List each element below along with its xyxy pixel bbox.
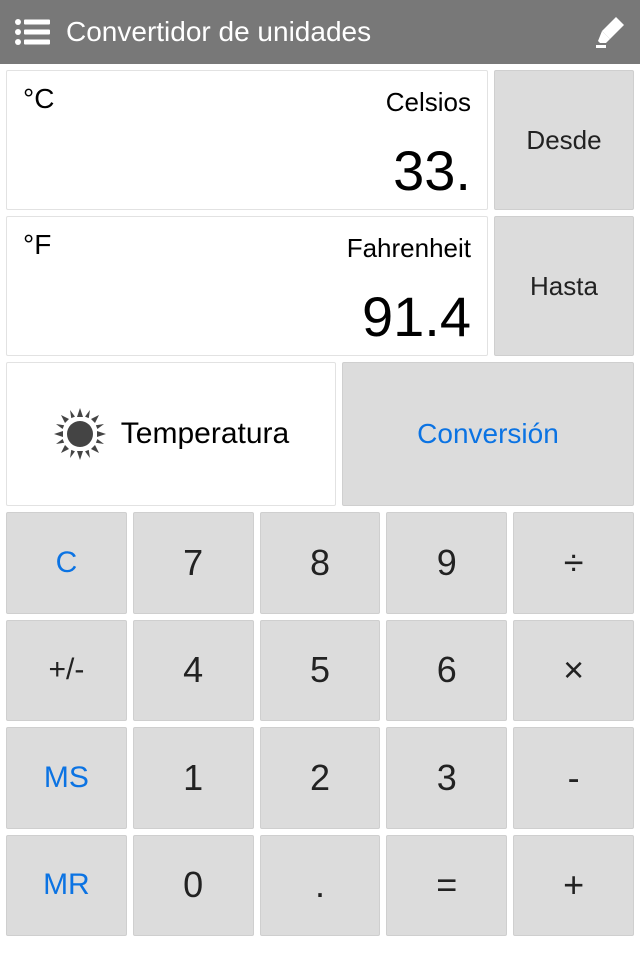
header-title: Convertidor de unidades xyxy=(66,16,596,48)
from-row: °C Celsios 33. Desde xyxy=(6,70,634,210)
from-value: 33. xyxy=(23,143,471,199)
key-0[interactable]: 0 xyxy=(133,835,254,937)
key-1[interactable]: 1 xyxy=(133,727,254,829)
sun-icon xyxy=(53,407,107,461)
conversion-panels: °C Celsios 33. Desde °F Fahrenheit 91.4 … xyxy=(0,64,640,362)
key-decimal[interactable]: . xyxy=(260,835,381,937)
key-clear[interactable]: C xyxy=(6,512,127,614)
key-9[interactable]: 9 xyxy=(386,512,507,614)
key-multiply[interactable]: × xyxy=(513,620,634,722)
from-unit-symbol: °C xyxy=(23,83,54,115)
menu-icon[interactable] xyxy=(14,18,50,46)
key-5[interactable]: 5 xyxy=(260,620,381,722)
key-4[interactable]: 4 xyxy=(133,620,254,722)
category-row: Temperatura Conversión xyxy=(0,362,640,512)
key-add[interactable]: + xyxy=(513,835,634,937)
from-card[interactable]: °C Celsios 33. xyxy=(6,70,488,210)
key-memory-recall[interactable]: MR xyxy=(6,835,127,937)
key-3[interactable]: 3 xyxy=(386,727,507,829)
key-subtract[interactable]: - xyxy=(513,727,634,829)
to-unit-name: Fahrenheit xyxy=(347,233,471,264)
highlighter-icon[interactable] xyxy=(596,15,626,49)
key-2[interactable]: 2 xyxy=(260,727,381,829)
to-value: 91.4 xyxy=(23,289,471,345)
key-negate[interactable]: +/- xyxy=(6,620,127,722)
to-row: °F Fahrenheit 91.4 Hasta xyxy=(6,216,634,356)
category-label: Temperatura xyxy=(121,417,289,451)
key-divide[interactable]: ÷ xyxy=(513,512,634,614)
category-card[interactable]: Temperatura xyxy=(6,362,336,506)
key-equals[interactable]: = xyxy=(386,835,507,937)
from-unit-name: Celsios xyxy=(386,87,471,118)
to-card[interactable]: °F Fahrenheit 91.4 xyxy=(6,216,488,356)
key-memory-store[interactable]: MS xyxy=(6,727,127,829)
key-6[interactable]: 6 xyxy=(386,620,507,722)
key-8[interactable]: 8 xyxy=(260,512,381,614)
conversion-button[interactable]: Conversión xyxy=(342,362,634,506)
from-select-button[interactable]: Desde xyxy=(494,70,634,210)
keypad: C 7 8 9 ÷ +/- 4 5 6 × MS 1 2 3 - MR 0 . … xyxy=(0,512,640,942)
to-select-button[interactable]: Hasta xyxy=(494,216,634,356)
app-header: Convertidor de unidades xyxy=(0,0,640,64)
key-7[interactable]: 7 xyxy=(133,512,254,614)
to-unit-symbol: °F xyxy=(23,229,51,261)
